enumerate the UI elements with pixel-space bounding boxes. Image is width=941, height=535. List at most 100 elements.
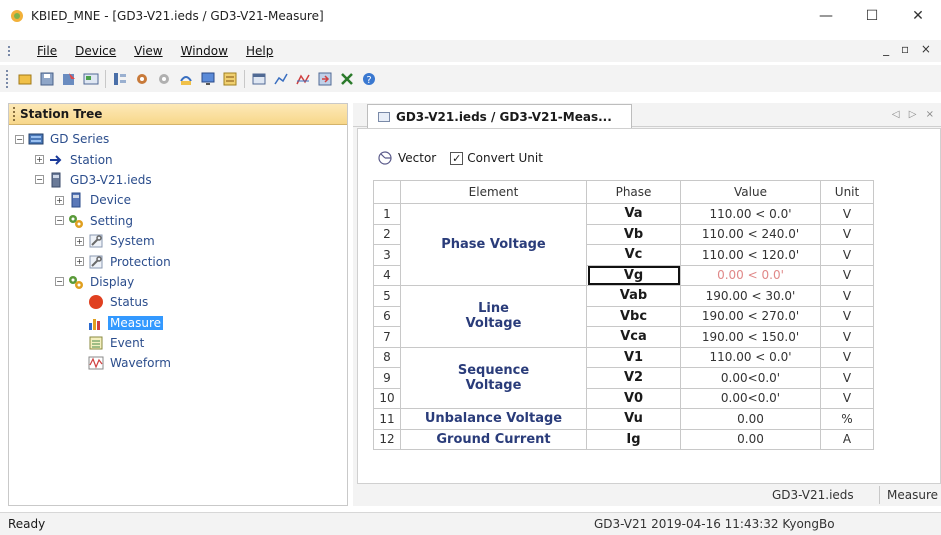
collapse-icon[interactable]: − xyxy=(35,175,44,185)
mdi-controls[interactable]: _ ▫ × xyxy=(883,42,935,56)
phase-cell[interactable]: V2 xyxy=(586,367,681,389)
list-icon[interactable] xyxy=(221,70,239,88)
value-cell[interactable]: 110.00 < 120.0' xyxy=(680,244,821,266)
expand-icon[interactable]: + xyxy=(55,195,64,205)
tree-node-setting[interactable]: − Setting xyxy=(9,211,347,231)
tab-measure-document[interactable]: GD3-V21.ieds / GD3-V21-Meas... xyxy=(367,104,632,128)
tree-node-gd3-v21-ieds[interactable]: − GD3-V21.ieds xyxy=(9,170,347,190)
chart-icon[interactable] xyxy=(272,70,290,88)
value-cell[interactable]: 0.00 xyxy=(680,408,821,430)
vector-icon[interactable] xyxy=(378,151,392,165)
chart2-icon[interactable] xyxy=(294,70,312,88)
row-number: 7 xyxy=(373,326,401,348)
expand-icon[interactable]: + xyxy=(75,257,84,267)
footer-divider xyxy=(879,486,880,504)
phase-cell[interactable]: Vab xyxy=(586,285,681,307)
settings-icon[interactable] xyxy=(133,70,151,88)
monitor-icon[interactable] xyxy=(199,70,217,88)
status-info: GD3-V21 2019-04-16 11:43:32 KyongBo xyxy=(594,517,835,531)
collapse-icon[interactable]: − xyxy=(55,216,64,226)
phase-cell[interactable]: Ig xyxy=(586,428,681,450)
menu-grip[interactable] xyxy=(8,46,22,56)
tab-navigation[interactable]: ◁ ▷ × xyxy=(892,109,937,120)
wrench-icon xyxy=(88,233,104,249)
row-number: 5 xyxy=(373,285,401,307)
unit-cell: V xyxy=(820,203,874,225)
phase-cell[interactable]: Vc xyxy=(586,244,681,266)
collapse-icon[interactable]: − xyxy=(15,134,24,144)
menu-help[interactable]: Help xyxy=(237,44,282,58)
value-cell[interactable]: 0.00<0.0' xyxy=(680,367,821,389)
phase-cell[interactable]: Vb xyxy=(586,223,681,245)
table-row[interactable]: 5 Line Voltage Vab 190.00 < 30.0' V xyxy=(373,285,874,348)
phase-cell[interactable]: Vca xyxy=(586,326,681,348)
save-icon[interactable] xyxy=(38,70,56,88)
maximize-button[interactable]: ☐ xyxy=(849,0,895,32)
tree-node-status[interactable]: Status xyxy=(9,292,347,312)
convert-unit-label[interactable]: Convert Unit xyxy=(467,151,543,165)
table-row[interactable]: 11 Unbalance Voltage Vu 0.00 % xyxy=(373,408,874,430)
table-row[interactable]: 12 Ground Current Ig 0.00 A xyxy=(373,428,874,450)
menu-device[interactable]: Device xyxy=(66,44,125,58)
phase-cell[interactable]: V0 xyxy=(586,387,681,409)
table-row[interactable]: 8 Sequence Voltage V1 110.00 < 0.0' V xyxy=(373,346,874,409)
tree-icon[interactable] xyxy=(111,70,129,88)
phase-cell[interactable]: Va xyxy=(586,203,681,225)
table-row[interactable]: 1 Phase Voltage Va 110.00 < 0.0' V xyxy=(373,203,874,286)
help-icon[interactable]: ? xyxy=(360,70,378,88)
value-cell[interactable]: 190.00 < 30.0' xyxy=(680,285,821,307)
tree-node-protection[interactable]: + Protection xyxy=(9,251,347,271)
vector-label[interactable]: Vector xyxy=(398,151,436,165)
minimize-button[interactable]: — xyxy=(803,0,849,32)
window-icon[interactable] xyxy=(250,70,268,88)
measure-table: Element Phase Value Unit 1 Phase Voltage… xyxy=(373,180,874,450)
menu-view[interactable]: View xyxy=(125,44,171,58)
tree-node-system[interactable]: + System xyxy=(9,231,347,251)
value-cell[interactable]: 110.00 < 0.0' xyxy=(680,346,821,368)
phase-cell[interactable]: Vbc xyxy=(586,305,681,327)
value-cell[interactable]: 190.00 < 270.0' xyxy=(680,305,821,327)
measure-icon xyxy=(88,315,104,331)
tree-label: GD3-V21.ieds xyxy=(70,172,152,187)
new-icon[interactable] xyxy=(16,70,34,88)
value-cell[interactable]: 0.00 xyxy=(680,428,821,450)
col-header-element[interactable]: Element xyxy=(400,180,587,204)
value-cell[interactable]: 0.00 < 0.0' xyxy=(680,264,821,286)
value-cell[interactable]: 0.00<0.0' xyxy=(680,387,821,409)
delete-icon[interactable] xyxy=(338,70,356,88)
table-header-row: Element Phase Value Unit xyxy=(373,180,874,204)
connect-icon[interactable] xyxy=(82,70,100,88)
col-header-value[interactable]: Value xyxy=(680,180,821,204)
export-icon[interactable] xyxy=(316,70,334,88)
col-header-phase[interactable]: Phase xyxy=(586,180,681,204)
tree-node-waveform[interactable]: Waveform xyxy=(9,353,347,373)
value-cell[interactable]: 110.00 < 0.0' xyxy=(680,203,821,225)
value-cell[interactable]: 110.00 < 240.0' xyxy=(680,223,821,245)
download-icon[interactable] xyxy=(177,70,195,88)
value-cell[interactable]: 190.00 < 150.0' xyxy=(680,326,821,348)
phase-cell[interactable]: V1 xyxy=(586,346,681,368)
wrench-icon xyxy=(88,254,104,270)
toolbar-grip[interactable] xyxy=(6,69,10,88)
tree-node-event[interactable]: Event xyxy=(9,333,347,353)
close-button[interactable]: ✕ xyxy=(895,0,941,32)
tree-node-device[interactable]: + Device xyxy=(9,190,347,210)
menu-window[interactable]: Window xyxy=(172,44,237,58)
menu-file[interactable]: File xyxy=(28,44,66,58)
open-icon[interactable] xyxy=(60,70,78,88)
expand-icon[interactable]: + xyxy=(35,155,44,165)
waveform-icon xyxy=(88,355,104,371)
expand-icon[interactable]: + xyxy=(75,236,84,246)
tree-node-station[interactable]: + Station xyxy=(9,149,347,169)
pane-grip xyxy=(13,107,16,121)
disconnect-icon[interactable] xyxy=(155,70,173,88)
col-header-unit[interactable]: Unit xyxy=(820,180,874,204)
phase-cell[interactable]: Vu xyxy=(586,408,681,430)
collapse-icon[interactable]: − xyxy=(55,277,64,287)
tree-node-measure[interactable]: Measure xyxy=(9,313,347,333)
phase-cell-focused[interactable]: Vg xyxy=(586,264,681,286)
tree-node-display[interactable]: − Display xyxy=(9,272,347,292)
convert-unit-checkbox[interactable]: ✓ xyxy=(450,151,464,165)
measure-view: Vector ✓ Convert Unit Element Phase Valu… xyxy=(357,128,941,484)
tree-node-gd-series[interactable]: − GD Series xyxy=(9,129,347,149)
